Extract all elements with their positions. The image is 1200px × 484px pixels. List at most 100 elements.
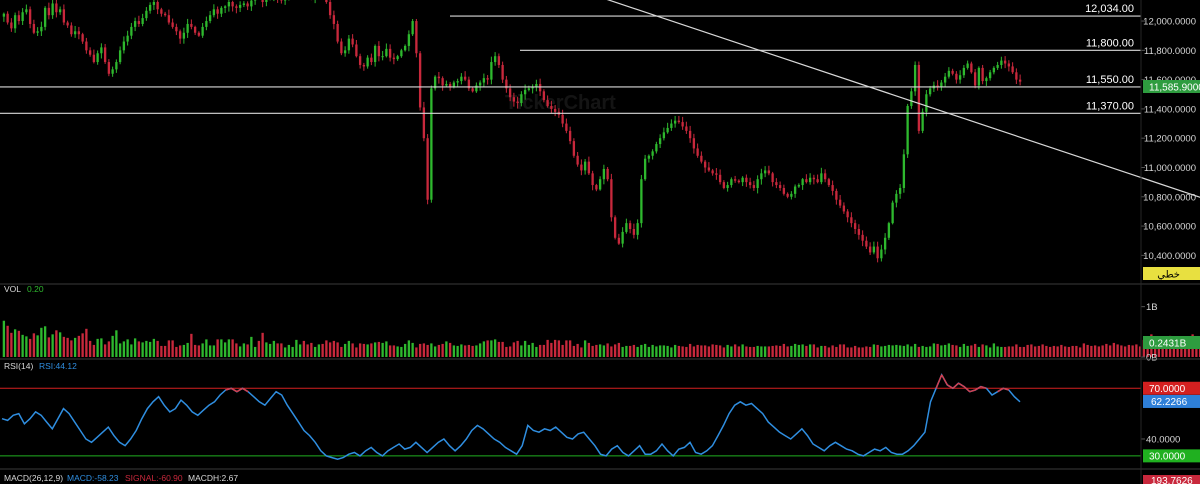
candle-body — [445, 84, 448, 86]
price-axis-tick-label: 11,200.0000 — [1144, 134, 1196, 145]
volume-bar — [32, 333, 36, 357]
volume-bar — [10, 332, 13, 357]
volume-bar — [418, 343, 422, 357]
candle-body — [587, 161, 591, 174]
candle-body — [688, 130, 692, 139]
volume-bar — [100, 338, 103, 357]
candle-body — [482, 78, 486, 83]
volume-bar — [55, 330, 58, 357]
candle-body — [1018, 79, 1022, 82]
volume-bar — [1093, 345, 1097, 357]
candle-body — [190, 23, 193, 27]
candle-body — [887, 223, 891, 238]
candle-body — [988, 72, 992, 79]
volume-bar — [940, 345, 943, 357]
volume-title: VOL — [4, 284, 21, 294]
volume-bar — [936, 343, 939, 357]
candle-body — [628, 223, 632, 229]
candle-body — [763, 170, 767, 174]
candle-body — [831, 185, 834, 191]
candle-body — [891, 202, 894, 224]
candle-body — [681, 122, 684, 127]
volume-bar — [512, 342, 516, 357]
volume-bar — [587, 342, 591, 357]
volume-bar — [400, 346, 403, 357]
candle-body — [411, 21, 414, 35]
candle-body — [853, 223, 857, 229]
candle-body — [748, 182, 752, 186]
volume-bar — [827, 347, 831, 357]
candle-body — [673, 120, 677, 124]
candle-body — [51, 3, 54, 16]
candle-body — [396, 56, 399, 60]
volume-bar — [538, 344, 542, 357]
volume-bar — [287, 344, 291, 357]
volume-bar — [358, 343, 362, 357]
volume-bar — [662, 345, 666, 357]
volume-bar — [981, 344, 984, 357]
candle-body — [655, 144, 658, 152]
candle-body — [827, 179, 831, 186]
volume-bar — [752, 346, 756, 357]
candle-body — [486, 78, 489, 80]
volume-bar — [1007, 346, 1011, 357]
candle-body — [850, 217, 853, 224]
candle-body — [242, 3, 246, 5]
volume-bar — [820, 345, 823, 357]
volume-bar — [985, 345, 988, 357]
candle-body — [568, 130, 572, 142]
volume-bar — [775, 345, 778, 357]
candle-body — [400, 50, 403, 57]
volume-bar — [437, 344, 441, 357]
candle-body — [598, 179, 602, 190]
volume-bar — [778, 345, 782, 357]
candle-body — [193, 26, 197, 33]
candle-body — [220, 7, 223, 14]
candle-body — [328, 2, 332, 16]
candle-body — [572, 141, 576, 156]
candle-body — [643, 158, 647, 180]
chart-root[interactable]: TickerChart 12,034.0011,800.0011,550.001… — [0, 0, 1200, 484]
volume-bar — [988, 347, 992, 357]
line-type-badge[interactable]: خطي — [1143, 267, 1200, 281]
volume-bar — [733, 344, 737, 357]
volume-bar — [550, 342, 553, 357]
volume-bar — [913, 343, 917, 357]
candle-body — [951, 70, 954, 74]
candle-body — [1015, 72, 1018, 80]
candle-body — [25, 9, 28, 13]
volume-bar — [572, 345, 576, 357]
volume-bar — [96, 338, 99, 357]
candle-body — [910, 91, 913, 106]
volume-bar — [797, 344, 801, 357]
candle-body — [1003, 60, 1007, 64]
volume-bar — [193, 344, 197, 357]
volume-bar — [921, 345, 924, 357]
candle-body — [85, 41, 88, 51]
candle-body — [471, 88, 474, 92]
candle-body — [265, 0, 268, 3]
volume-bar — [388, 345, 392, 357]
candle-body — [583, 161, 587, 171]
volume-bar — [1097, 346, 1101, 357]
price-axis: 12,000.000011,800.000011,600.000011,400.… — [1143, 17, 1196, 262]
volume-bar — [947, 343, 951, 357]
volume-bar — [1090, 345, 1093, 357]
candle-body — [636, 223, 639, 235]
volume-bar — [156, 340, 159, 357]
volume-bar — [812, 344, 816, 357]
volume-bar — [208, 345, 212, 357]
volume-bar — [396, 346, 399, 357]
candle-body — [62, 9, 66, 23]
price-axis-tick-label: 11,400.0000 — [1144, 104, 1196, 115]
volume-bar — [377, 341, 381, 357]
volume-bar — [141, 342, 144, 357]
candle-body — [730, 179, 733, 186]
candle-body — [366, 57, 369, 67]
volume-bar — [2, 320, 6, 357]
volume-bar — [595, 344, 598, 357]
candle-body — [970, 63, 973, 73]
volume-bar — [133, 338, 137, 357]
volume-bar — [415, 347, 418, 357]
rsi-reference-badge-text: 30.0000 — [1149, 451, 1186, 462]
